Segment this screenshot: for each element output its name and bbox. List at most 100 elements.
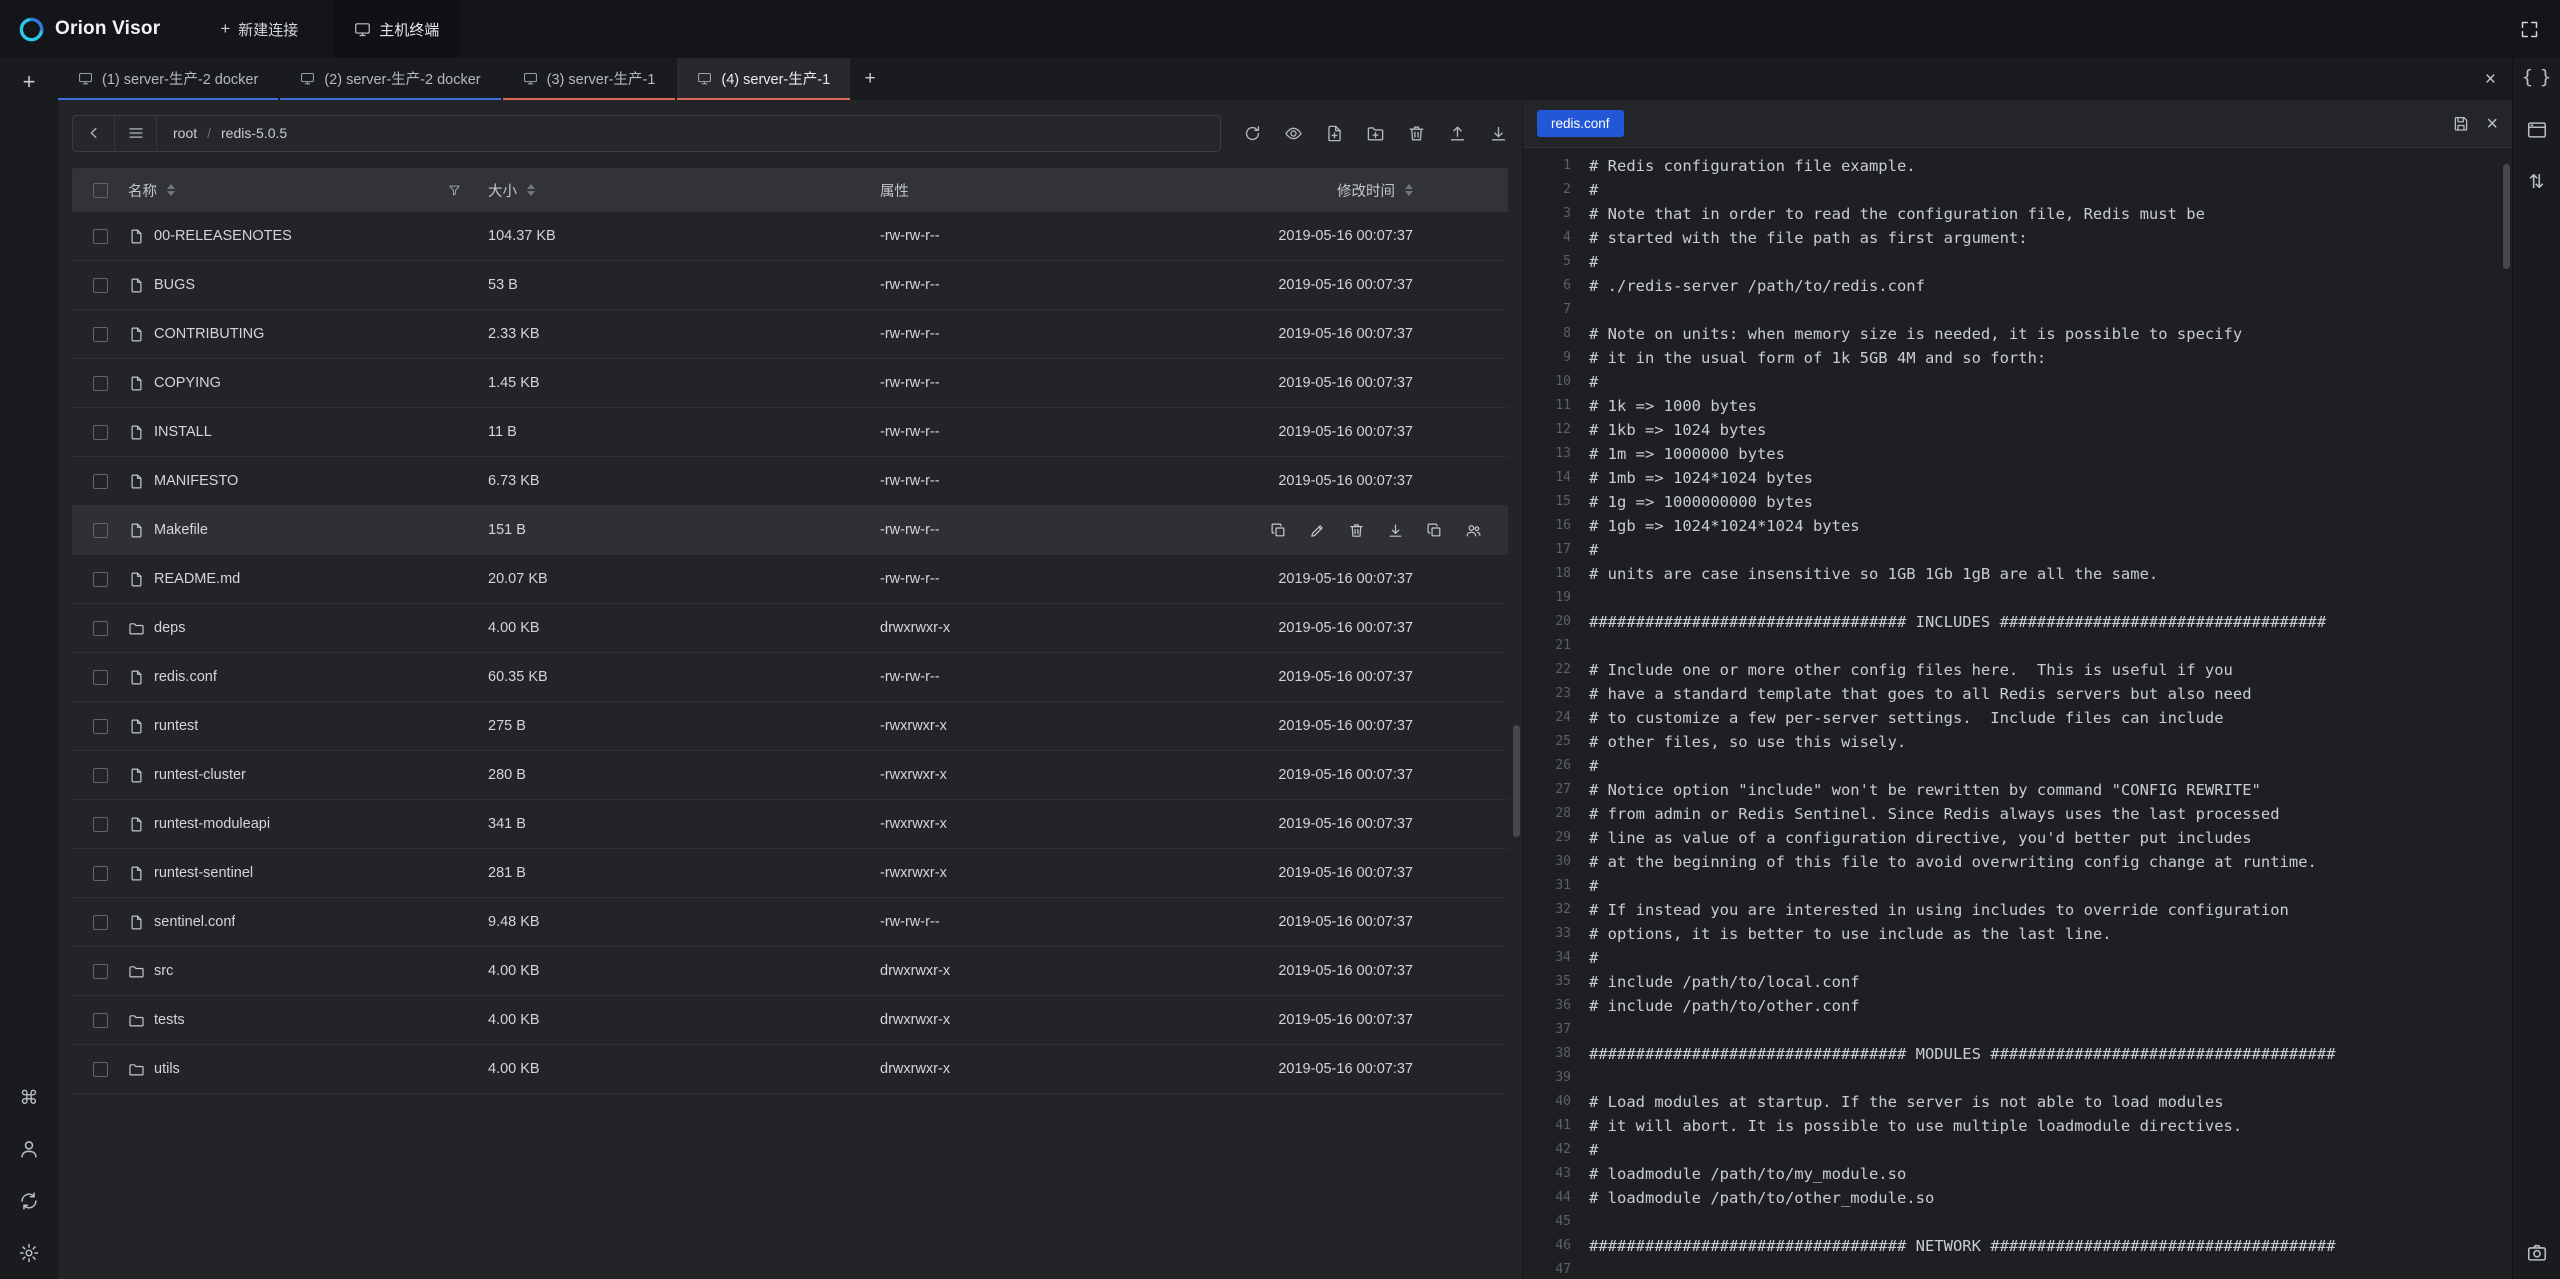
- session-tab[interactable]: (3) server-生产-1: [503, 58, 676, 100]
- table-row[interactable]: deps 4.00 KB drwxrwxr-x 2019-05-16 00:07…: [72, 604, 1508, 653]
- new-folder-icon[interactable]: [1366, 124, 1385, 143]
- row-checkbox[interactable]: [93, 866, 108, 881]
- row-checkbox[interactable]: [93, 523, 108, 538]
- table-row[interactable]: tests 4.00 KB drwxrwxr-x 2019-05-16 00:0…: [72, 996, 1508, 1045]
- editor-line[interactable]: 18# units are case insensitive so 1GB 1G…: [1523, 562, 2512, 586]
- row-checkbox[interactable]: [93, 621, 108, 636]
- row-checkbox[interactable]: [93, 425, 108, 440]
- editor-line[interactable]: 7: [1523, 298, 2512, 322]
- copy-path-icon[interactable]: [1426, 522, 1443, 539]
- menu-host-terminal[interactable]: 主机终端: [334, 0, 459, 58]
- editor-line[interactable]: 39: [1523, 1066, 2512, 1090]
- editor-line[interactable]: 8# Note on units: when memory size is ne…: [1523, 322, 2512, 346]
- download-icon[interactable]: [1489, 124, 1508, 143]
- settings-icon[interactable]: [18, 1242, 40, 1264]
- file-name[interactable]: utils: [154, 1061, 180, 1077]
- table-row[interactable]: src 4.00 KB drwxrwxr-x 2019-05-16 00:07:…: [72, 947, 1508, 996]
- breadcrumb-item[interactable]: redis-5.0.5: [221, 125, 287, 141]
- list-view-button[interactable]: [115, 116, 157, 151]
- file-name[interactable]: src: [154, 963, 173, 979]
- editor-line[interactable]: 30# at the beginning of this file to avo…: [1523, 850, 2512, 874]
- table-row[interactable]: INSTALL 11 B -rw-rw-r-- 2019-05-16 00:07…: [72, 408, 1508, 457]
- editor-line[interactable]: 22# Include one or more other config fil…: [1523, 658, 2512, 682]
- table-row[interactable]: runtest 275 B -rwxrwxr-x 2019-05-16 00:0…: [72, 702, 1508, 751]
- editor-line[interactable]: 32# If instead you are interested in usi…: [1523, 898, 2512, 922]
- editor-line[interactable]: 4# started with the file path as first a…: [1523, 226, 2512, 250]
- column-header-size[interactable]: 大小: [480, 180, 872, 201]
- editor-line[interactable]: 44# loadmodule /path/to/other_module.so: [1523, 1186, 2512, 1210]
- editor-line[interactable]: 31#: [1523, 874, 2512, 898]
- editor-line[interactable]: 43# loadmodule /path/to/my_module.so: [1523, 1162, 2512, 1186]
- session-tab[interactable]: (4) server-生产-1: [677, 58, 850, 100]
- row-checkbox[interactable]: [93, 768, 108, 783]
- save-icon[interactable]: [2452, 115, 2470, 133]
- editor-line[interactable]: 29# line as value of a configuration dir…: [1523, 826, 2512, 850]
- editor-line[interactable]: 16# 1gb => 1024*1024*1024 bytes: [1523, 514, 2512, 538]
- editor-line[interactable]: 2#: [1523, 178, 2512, 202]
- editor-line[interactable]: 1# Redis configuration file example.: [1523, 154, 2512, 178]
- file-name[interactable]: Makefile: [154, 522, 208, 538]
- upload-icon[interactable]: [1448, 124, 1467, 143]
- editor-line[interactable]: 13# 1m => 1000000 bytes: [1523, 442, 2512, 466]
- editor-file-tab[interactable]: redis.conf: [1537, 110, 1624, 137]
- table-row[interactable]: COPYING 1.45 KB -rw-rw-r-- 2019-05-16 00…: [72, 359, 1508, 408]
- table-row[interactable]: 00-RELEASENOTES 104.37 KB -rw-rw-r-- 201…: [72, 212, 1508, 261]
- editor-line[interactable]: 14# 1mb => 1024*1024 bytes: [1523, 466, 2512, 490]
- file-name[interactable]: BUGS: [154, 277, 195, 293]
- editor-line[interactable]: 34#: [1523, 946, 2512, 970]
- editor-line[interactable]: 42#: [1523, 1138, 2512, 1162]
- editor-line[interactable]: 27# Notice option "include" won't be rew…: [1523, 778, 2512, 802]
- file-name[interactable]: MANIFESTO: [154, 473, 238, 489]
- editor-line[interactable]: 40# Load modules at startup. If the serv…: [1523, 1090, 2512, 1114]
- file-name[interactable]: COPYING: [154, 375, 221, 391]
- table-row[interactable]: utils 4.00 KB drwxrwxr-x 2019-05-16 00:0…: [72, 1045, 1508, 1094]
- mtime-sorter[interactable]: [1405, 184, 1413, 196]
- editor-close-icon[interactable]: ×: [2486, 114, 2498, 134]
- table-row[interactable]: MANIFESTO 6.73 KB -rw-rw-r-- 2019-05-16 …: [72, 457, 1508, 506]
- table-row[interactable]: BUGS 53 B -rw-rw-r-- 2019-05-16 00:07:37: [72, 261, 1508, 310]
- refresh-icon[interactable]: [1243, 124, 1262, 143]
- editor-line[interactable]: 45: [1523, 1210, 2512, 1234]
- column-header-mtime[interactable]: 修改时间: [1184, 180, 1508, 201]
- breadcrumb-item[interactable]: root: [173, 125, 197, 141]
- permission-icon[interactable]: [1465, 522, 1482, 539]
- row-checkbox[interactable]: [93, 1062, 108, 1077]
- session-tab[interactable]: (2) server-生产-2 docker: [280, 58, 500, 100]
- new-file-icon[interactable]: [1325, 124, 1344, 143]
- row-checkbox[interactable]: [93, 915, 108, 930]
- add-tab-button[interactable]: +: [852, 58, 888, 100]
- file-name[interactable]: runtest-moduleapi: [154, 816, 270, 832]
- session-tab[interactable]: (1) server-生产-2 docker: [58, 58, 278, 100]
- edit-icon[interactable]: [1309, 522, 1326, 539]
- file-name[interactable]: CONTRIBUTING: [154, 326, 264, 342]
- delete-icon[interactable]: [1348, 522, 1365, 539]
- row-checkbox[interactable]: [93, 474, 108, 489]
- editor-line[interactable]: 47: [1523, 1258, 2512, 1279]
- file-name[interactable]: deps: [154, 620, 185, 636]
- editor-line[interactable]: 23# have a standard template that goes t…: [1523, 682, 2512, 706]
- editor-line[interactable]: 37: [1523, 1018, 2512, 1042]
- row-checkbox[interactable]: [93, 327, 108, 342]
- row-checkbox[interactable]: [93, 719, 108, 734]
- download-icon[interactable]: [1387, 522, 1404, 539]
- panel-toggle-icon[interactable]: [2526, 119, 2548, 141]
- row-checkbox[interactable]: [93, 670, 108, 685]
- add-session-icon[interactable]: +: [23, 71, 36, 93]
- name-filter-icon[interactable]: [447, 183, 462, 198]
- table-row[interactable]: Makefile 151 B -rw-rw-r-- 2019-05-16 00:…: [72, 506, 1508, 555]
- new-connection-button[interactable]: + 新建连接: [200, 0, 318, 58]
- row-checkbox[interactable]: [93, 229, 108, 244]
- size-sorter[interactable]: [527, 184, 535, 196]
- copy-icon[interactable]: [1270, 522, 1287, 539]
- select-all-checkbox[interactable]: [93, 183, 108, 198]
- editor-line[interactable]: 9# it in the usual form of 1k 5GB 4M and…: [1523, 346, 2512, 370]
- swap-panels-icon[interactable]: ⇅: [2529, 173, 2545, 192]
- editor-line[interactable]: 12# 1kb => 1024 bytes: [1523, 418, 2512, 442]
- file-name[interactable]: runtest-cluster: [154, 767, 246, 783]
- editor-line[interactable]: 19: [1523, 586, 2512, 610]
- editor-line[interactable]: 17#: [1523, 538, 2512, 562]
- screenshot-icon[interactable]: [2526, 1242, 2548, 1264]
- sync-icon[interactable]: [18, 1190, 40, 1212]
- file-name[interactable]: runtest-sentinel: [154, 865, 253, 881]
- table-row[interactable]: runtest-sentinel 281 B -rwxrwxr-x 2019-0…: [72, 849, 1508, 898]
